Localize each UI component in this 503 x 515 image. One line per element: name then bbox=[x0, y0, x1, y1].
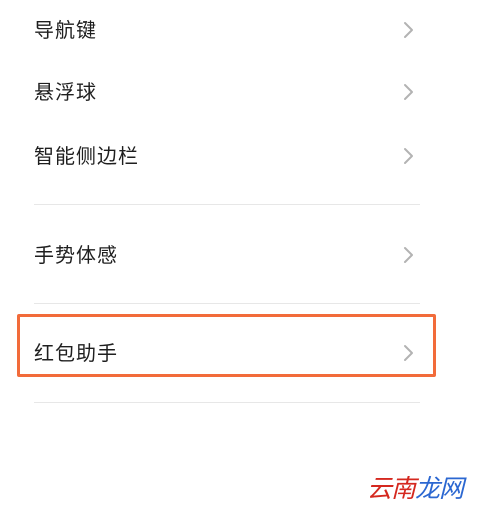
menu-item-smart-sidebar[interactable]: 智能侧边栏 bbox=[0, 126, 503, 186]
menu-item-navigation-keys[interactable]: 导航键 bbox=[0, 0, 503, 60]
section-divider bbox=[34, 204, 420, 205]
watermark-text: 云南 bbox=[367, 474, 416, 503]
highlight-box bbox=[17, 314, 436, 377]
chevron-right-icon bbox=[404, 84, 413, 100]
menu-item-gesture-motion[interactable]: 手势体感 bbox=[0, 225, 503, 285]
menu-item-label: 悬浮球 bbox=[34, 80, 97, 104]
menu-item-label: 手势体感 bbox=[34, 243, 118, 267]
watermark-text: 龙网 bbox=[415, 474, 464, 503]
chevron-right-icon bbox=[404, 22, 413, 38]
section-divider bbox=[34, 303, 420, 304]
chevron-right-icon bbox=[404, 148, 413, 164]
site-watermark: 云南龙网 bbox=[367, 473, 470, 504]
section-divider bbox=[34, 402, 420, 403]
menu-item-floating-ball[interactable]: 悬浮球 bbox=[0, 62, 503, 122]
menu-item-label: 导航键 bbox=[34, 18, 97, 42]
menu-item-label: 智能侧边栏 bbox=[34, 144, 139, 168]
chevron-right-icon bbox=[404, 247, 413, 263]
